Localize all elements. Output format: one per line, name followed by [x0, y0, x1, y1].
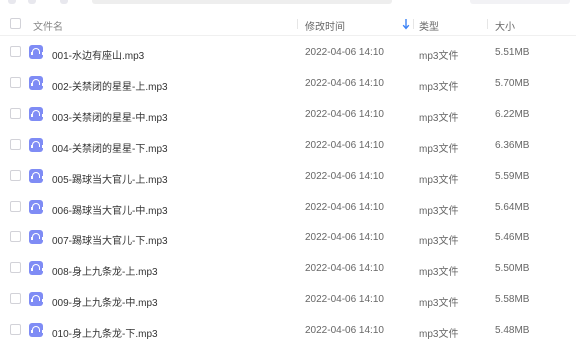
top-navigation-bar-cropped: [0, 0, 576, 6]
file-size: 5.50MB: [495, 263, 530, 274]
row-checkbox[interactable]: [10, 201, 21, 212]
file-name[interactable]: 002-关禁闭的星星-上.mp3: [52, 78, 168, 93]
file-name[interactable]: 007-踢球当大官儿-下.mp3: [52, 232, 168, 247]
audio-file-icon: [29, 230, 44, 244]
file-row[interactable]: 006-踢球当大官儿-中.mp3 2022-04-06 14:10 mp3文件 5.6…: [0, 192, 576, 222]
row-checkbox[interactable]: [10, 46, 21, 57]
row-checkbox[interactable]: [10, 170, 21, 181]
file-type: mp3文件: [419, 175, 459, 186]
row-checkbox[interactable]: [10, 231, 21, 242]
forward-button-fragment[interactable]: [28, 0, 36, 4]
row-checkbox[interactable]: [10, 77, 21, 88]
column-name-header[interactable]: 文件名: [33, 18, 63, 33]
file-row[interactable]: 010-身上九条龙-下.mp3 2022-04-06 14:10 mp3文件 5.48…: [0, 315, 576, 345]
column-date-header[interactable]: 修改时间: [305, 18, 345, 33]
file-type: mp3文件: [419, 236, 459, 247]
file-size: 5.51MB: [495, 47, 530, 58]
file-size: 6.22MB: [495, 109, 530, 120]
sort-desc-icon[interactable]: [402, 18, 410, 30]
file-name[interactable]: 003-关禁闭的星星-中.mp3: [52, 109, 168, 124]
file-size: 5.59MB: [495, 171, 530, 182]
file-name[interactable]: 005-踢球当大官儿-上.mp3: [52, 171, 168, 186]
file-name[interactable]: 001-水边有座山.mp3: [52, 47, 144, 62]
file-size: 5.58MB: [495, 294, 530, 305]
back-button-fragment[interactable]: [8, 0, 16, 4]
audio-file-icon: [29, 45, 44, 59]
file-name[interactable]: 009-身上九条龙-中.mp3: [52, 294, 158, 309]
file-type: mp3文件: [419, 298, 459, 309]
file-row[interactable]: 005-踢球当大官儿-上.mp3 2022-04-06 14:10 mp3文件 5.5…: [0, 161, 576, 191]
file-type: mp3文件: [419, 51, 459, 62]
search-input-fragment[interactable]: [470, 0, 570, 4]
file-modified-date: 2022-04-06 14:10: [305, 294, 384, 305]
row-checkbox[interactable]: [10, 262, 21, 273]
file-type: mp3文件: [419, 82, 459, 93]
select-all-checkbox[interactable]: [10, 18, 21, 29]
file-modified-date: 2022-04-06 14:10: [305, 47, 384, 58]
audio-file-icon: [29, 107, 44, 121]
file-size: 6.36MB: [495, 140, 530, 151]
column-divider: [487, 19, 488, 29]
file-type: mp3文件: [419, 113, 459, 124]
file-list-header: 文件名 修改时间 类型 大小: [0, 12, 576, 36]
file-row[interactable]: 003-关禁闭的星星-中.mp3 2022-04-06 14:10 mp3文件 6.2…: [0, 99, 576, 129]
file-type: mp3文件: [419, 206, 459, 217]
file-size: 5.48MB: [495, 325, 530, 336]
audio-file-icon: [29, 200, 44, 214]
file-size: 5.46MB: [495, 232, 530, 243]
file-name[interactable]: 006-踢球当大官儿-中.mp3: [52, 202, 168, 217]
row-checkbox[interactable]: [10, 139, 21, 150]
refresh-button-fragment[interactable]: [60, 0, 68, 4]
file-size: 5.70MB: [495, 78, 530, 89]
column-size-header[interactable]: 大小: [495, 18, 515, 33]
file-type: mp3文件: [419, 267, 459, 278]
file-modified-date: 2022-04-06 14:10: [305, 325, 384, 336]
file-row[interactable]: 004-关禁闭的星星-下.mp3 2022-04-06 14:10 mp3文件 6.3…: [0, 130, 576, 160]
file-row[interactable]: 008-身上九条龙-上.mp3 2022-04-06 14:10 mp3文件 5.50…: [0, 253, 576, 283]
audio-file-icon: [29, 292, 44, 306]
file-size: 5.64MB: [495, 202, 530, 213]
file-row[interactable]: 002-关禁闭的星星-上.mp3 2022-04-06 14:10 mp3文件 5.7…: [0, 68, 576, 98]
row-checkbox[interactable]: [10, 108, 21, 119]
file-name[interactable]: 008-身上九条龙-上.mp3: [52, 263, 158, 278]
file-modified-date: 2022-04-06 14:10: [305, 109, 384, 120]
file-name[interactable]: 010-身上九条龙-下.mp3: [52, 325, 158, 340]
file-modified-date: 2022-04-06 14:10: [305, 202, 384, 213]
breadcrumb-fragment: [92, 0, 392, 4]
column-divider: [413, 19, 414, 29]
audio-file-icon: [29, 261, 44, 275]
file-modified-date: 2022-04-06 14:10: [305, 263, 384, 274]
file-modified-date: 2022-04-06 14:10: [305, 140, 384, 151]
row-checkbox[interactable]: [10, 293, 21, 304]
audio-file-icon: [29, 138, 44, 152]
row-checkbox[interactable]: [10, 324, 21, 335]
file-row[interactable]: 001-水边有座山.mp3 2022-04-06 14:10 mp3文件 5.51MB: [0, 37, 576, 67]
audio-file-icon: [29, 323, 44, 337]
file-type: mp3文件: [419, 329, 459, 340]
audio-file-icon: [29, 76, 44, 90]
file-name[interactable]: 004-关禁闭的星星-下.mp3: [52, 140, 168, 155]
audio-file-icon: [29, 169, 44, 183]
file-modified-date: 2022-04-06 14:10: [305, 78, 384, 89]
file-row[interactable]: 009-身上九条龙-中.mp3 2022-04-06 14:10 mp3文件 5.58…: [0, 284, 576, 314]
file-modified-date: 2022-04-06 14:10: [305, 232, 384, 243]
file-row[interactable]: 007-踢球当大官儿-下.mp3 2022-04-06 14:10 mp3文件 5.4…: [0, 222, 576, 252]
column-divider: [297, 19, 298, 29]
column-type-header[interactable]: 类型: [419, 18, 439, 33]
file-type: mp3文件: [419, 144, 459, 155]
file-modified-date: 2022-04-06 14:10: [305, 171, 384, 182]
